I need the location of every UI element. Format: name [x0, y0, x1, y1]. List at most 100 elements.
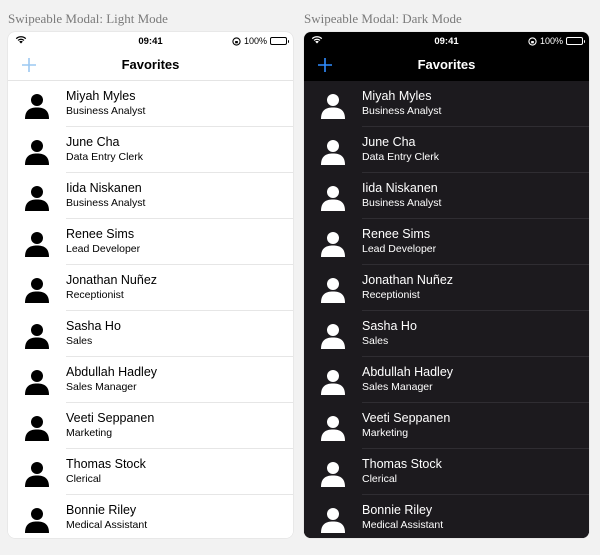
list-item[interactable]: Thomas Stock Clerical [8, 449, 293, 495]
page-title: Favorites [417, 57, 476, 72]
contact-title: Data Entry Clerk [362, 151, 440, 163]
contact-title: Business Analyst [66, 197, 146, 209]
person-icon [25, 231, 49, 257]
battery-icon [270, 37, 289, 45]
list-item[interactable]: Sasha Ho Sales [8, 311, 293, 357]
contact-title: Medical Assistant [66, 519, 148, 531]
contact-name: June Cha [362, 135, 416, 149]
person-icon [321, 139, 345, 165]
navigation-bar: Favorites [8, 50, 293, 81]
list-item[interactable]: Renee Sims Lead Developer [8, 219, 293, 265]
orientation-lock-icon [528, 36, 537, 46]
list-item[interactable]: Bonnie Riley Medical Assistant [304, 495, 589, 538]
person-icon [25, 185, 49, 211]
contact-title: Business Analyst [362, 197, 442, 209]
person-icon [25, 461, 49, 487]
dark-mode-caption: Swipeable Modal: Dark Mode [304, 11, 462, 26]
modal-sheet[interactable]: Favorites Miyah Myles Business Analyst Ju… [8, 50, 293, 538]
list-item[interactable]: June Cha Data Entry Clerk [8, 127, 293, 173]
contact-name: Iida Niskanen [362, 181, 438, 195]
contact-name: Sasha Ho [362, 319, 417, 333]
contact-name: Iida Niskanen [66, 181, 142, 195]
contact-name: Bonnie Riley [362, 503, 433, 517]
contact-name: June Cha [66, 135, 120, 149]
contact-title: Clerical [66, 473, 102, 485]
contact-title: Sales [362, 335, 389, 347]
status-bar: 09:41 100% [8, 32, 293, 50]
orientation-lock-icon [232, 36, 241, 46]
person-icon [321, 461, 345, 487]
contact-title: Sales Manager [362, 381, 433, 393]
favorites-list: Miyah Myles Business Analyst June Cha Data… [304, 81, 589, 538]
light-mode-caption: Swipeable Modal: Light Mode [8, 11, 168, 26]
contact-title: Receptionist [66, 289, 124, 301]
battery-percent: 100% [243, 36, 267, 46]
person-icon [321, 277, 345, 303]
person-icon [25, 369, 49, 395]
list-item[interactable]: Thomas Stock Clerical [304, 449, 589, 495]
list-item[interactable]: Miyah Myles Business Analyst [304, 81, 589, 127]
contact-name: Veeti Seppanen [362, 411, 451, 425]
person-icon [321, 415, 345, 441]
contact-name: Thomas Stock [66, 457, 146, 471]
list-item[interactable]: Jonathan Nuñez Receptionist [304, 265, 589, 311]
contact-title: Marketing [66, 427, 113, 439]
list-item[interactable]: June Cha Data Entry Clerk [304, 127, 589, 173]
contact-title: Sales Manager [66, 381, 137, 393]
contact-title: Clerical [362, 473, 398, 485]
contact-name: Abdullah Hadley [362, 365, 454, 379]
person-icon [25, 415, 49, 441]
page-title: Favorites [121, 57, 180, 72]
list-item[interactable]: Veeti Seppanen Marketing [304, 403, 589, 449]
person-icon [321, 369, 345, 395]
contact-name: Bonnie Riley [66, 503, 137, 517]
person-icon [25, 323, 49, 349]
dark-mode-screen: 09:41 100% Favorites Miyah Myles Business… [304, 32, 589, 538]
contact-name: Sasha Ho [66, 319, 121, 333]
list-item[interactable]: Bonnie Riley Medical Assistant [8, 495, 293, 538]
person-icon [25, 139, 49, 165]
person-icon [321, 93, 345, 119]
contact-title: Medical Assistant [362, 519, 444, 531]
contact-title: Business Analyst [66, 105, 146, 117]
favorites-list: Miyah Myles Business Analyst June Cha Data… [8, 81, 293, 538]
contact-name: Renee Sims [66, 227, 135, 241]
contact-name: Renee Sims [362, 227, 431, 241]
person-icon [321, 231, 345, 257]
person-icon [25, 507, 49, 533]
list-item[interactable]: Miyah Myles Business Analyst [8, 81, 293, 127]
battery-icon [566, 37, 585, 45]
contact-name: Veeti Seppanen [66, 411, 155, 425]
contact-name: Jonathan Nuñez [362, 273, 454, 287]
contact-name: Abdullah Hadley [66, 365, 158, 379]
list-item[interactable]: Renee Sims Lead Developer [304, 219, 589, 265]
person-icon [321, 323, 345, 349]
list-item[interactable]: Abdullah Hadley Sales Manager [304, 357, 589, 403]
modal-sheet[interactable]: Favorites Miyah Myles Business Analyst Ju… [304, 50, 589, 538]
list-item[interactable]: Iida Niskanen Business Analyst [8, 173, 293, 219]
person-icon [321, 507, 345, 533]
contact-title: Sales [66, 335, 93, 347]
contact-name: Miyah Myles [362, 89, 432, 103]
contact-title: Lead Developer [66, 243, 141, 255]
contact-name: Miyah Myles [66, 89, 136, 103]
contact-name: Jonathan Nuñez [66, 273, 158, 287]
contact-title: Receptionist [362, 289, 420, 301]
contact-name: Thomas Stock [362, 457, 442, 471]
contact-title: Marketing [362, 427, 409, 439]
list-item[interactable]: Sasha Ho Sales [304, 311, 589, 357]
list-item[interactable]: Veeti Seppanen Marketing [8, 403, 293, 449]
battery-percent: 100% [539, 36, 563, 46]
contact-title: Business Analyst [362, 105, 442, 117]
light-mode-screen: 09:41 100% Favorites Miyah Myles Business… [8, 32, 293, 538]
person-icon [321, 185, 345, 211]
person-icon [25, 93, 49, 119]
list-item[interactable]: Abdullah Hadley Sales Manager [8, 357, 293, 403]
status-bar: 09:41 100% [304, 32, 589, 50]
list-item[interactable]: Jonathan Nuñez Receptionist [8, 265, 293, 311]
contact-title: Lead Developer [362, 243, 437, 255]
list-item[interactable]: Iida Niskanen Business Analyst [304, 173, 589, 219]
contact-title: Data Entry Clerk [66, 151, 144, 163]
navigation-bar: Favorites [304, 50, 589, 81]
person-icon [25, 277, 49, 303]
